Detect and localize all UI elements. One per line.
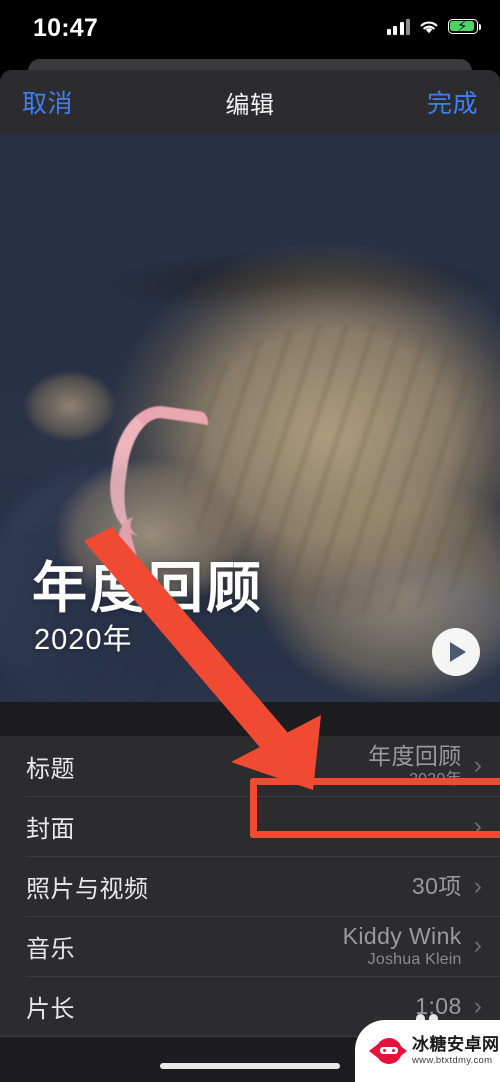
memory-preview[interactable]: 年度回顾 2020年 — [0, 134, 500, 702]
row-label: 片长 — [26, 995, 75, 1023]
list-row-music[interactable]: 音乐 Kiddy Wink Joshua Klein › — [0, 916, 500, 976]
memory-settings-list: 标题 年度回顾 2020年 › 封面 › 照片与视频 30项 › 音乐 Kidd… — [0, 736, 500, 1037]
row-right: Kiddy Wink Joshua Klein › — [343, 923, 482, 969]
list-row-title[interactable]: 标题 年度回顾 2020年 › — [0, 736, 500, 796]
status-bar-time: 10:47 — [33, 14, 98, 42]
candy-ninja-logo-icon — [369, 1036, 407, 1066]
row-label: 音乐 — [26, 935, 75, 963]
row-label: 标题 — [26, 755, 75, 783]
row-right: › — [462, 811, 482, 840]
memory-title-overlay: 年度回顾 — [32, 557, 265, 619]
cancel-button[interactable]: 取消 — [22, 84, 73, 120]
row-value-secondary: Joshua Klein — [367, 950, 462, 968]
navigation-bar: 取消 编辑 完成 — [0, 70, 500, 134]
edit-memory-sheet: 取消 编辑 完成 年度回顾 2020年 标题 年度回顾 2020年 › 封面 ›… — [0, 70, 500, 1082]
watermark-site-name: 冰糖安卓网 — [412, 1034, 500, 1054]
row-value-primary: Kiddy Wink — [342, 923, 462, 950]
row-value-secondary: 2020年 — [409, 770, 462, 788]
row-value-primary: 年度回顾 — [368, 743, 462, 770]
list-row-cover[interactable]: 封面 › — [0, 796, 500, 856]
chevron-right-icon: › — [473, 991, 482, 1020]
memory-subtitle-overlay: 2020年 — [34, 624, 133, 656]
site-watermark: 冰糖安卓网 www.btxtdmy.com — [355, 1020, 500, 1082]
phone-screen: 10:47 ⚡ 取消 编辑 完成 年度回顾 2020年 标题 年度回顾 2020… — [0, 0, 500, 1082]
row-label: 封面 — [26, 815, 75, 843]
watermark-text: 冰糖安卓网 www.btxtdmy.com — [412, 1036, 500, 1066]
chevron-right-icon: › — [473, 811, 482, 840]
row-value: 年度回顾 2020年 — [368, 743, 462, 789]
wifi-icon — [420, 20, 438, 33]
status-bar: 10:47 ⚡ — [0, 0, 500, 56]
section-gap — [0, 702, 500, 736]
done-button[interactable]: 完成 — [427, 84, 478, 120]
cellular-bars-icon — [386, 18, 410, 35]
chevron-right-icon: › — [473, 751, 482, 780]
status-bar-indicators: ⚡ — [386, 18, 482, 35]
row-value-primary: 30项 — [411, 872, 462, 899]
chevron-right-icon: › — [473, 931, 482, 960]
play-button[interactable] — [432, 628, 480, 676]
chevron-right-icon: › — [473, 871, 482, 900]
row-value: Kiddy Wink Joshua Klein — [343, 923, 462, 969]
row-right: 30项 › — [412, 873, 482, 899]
row-label: 照片与视频 — [26, 875, 149, 903]
battery-charging-icon: ⚡ — [448, 19, 482, 34]
row-right: 年度回顾 2020年 › — [368, 743, 482, 789]
list-row-photos-videos[interactable]: 照片与视频 30项 › — [0, 856, 500, 916]
home-indicator[interactable] — [160, 1063, 340, 1069]
row-value: 30项 — [412, 873, 462, 899]
play-icon — [450, 642, 466, 662]
page-title: 编辑 — [225, 91, 275, 119]
watermark-site-url: www.btxtdmy.com — [412, 1054, 493, 1066]
